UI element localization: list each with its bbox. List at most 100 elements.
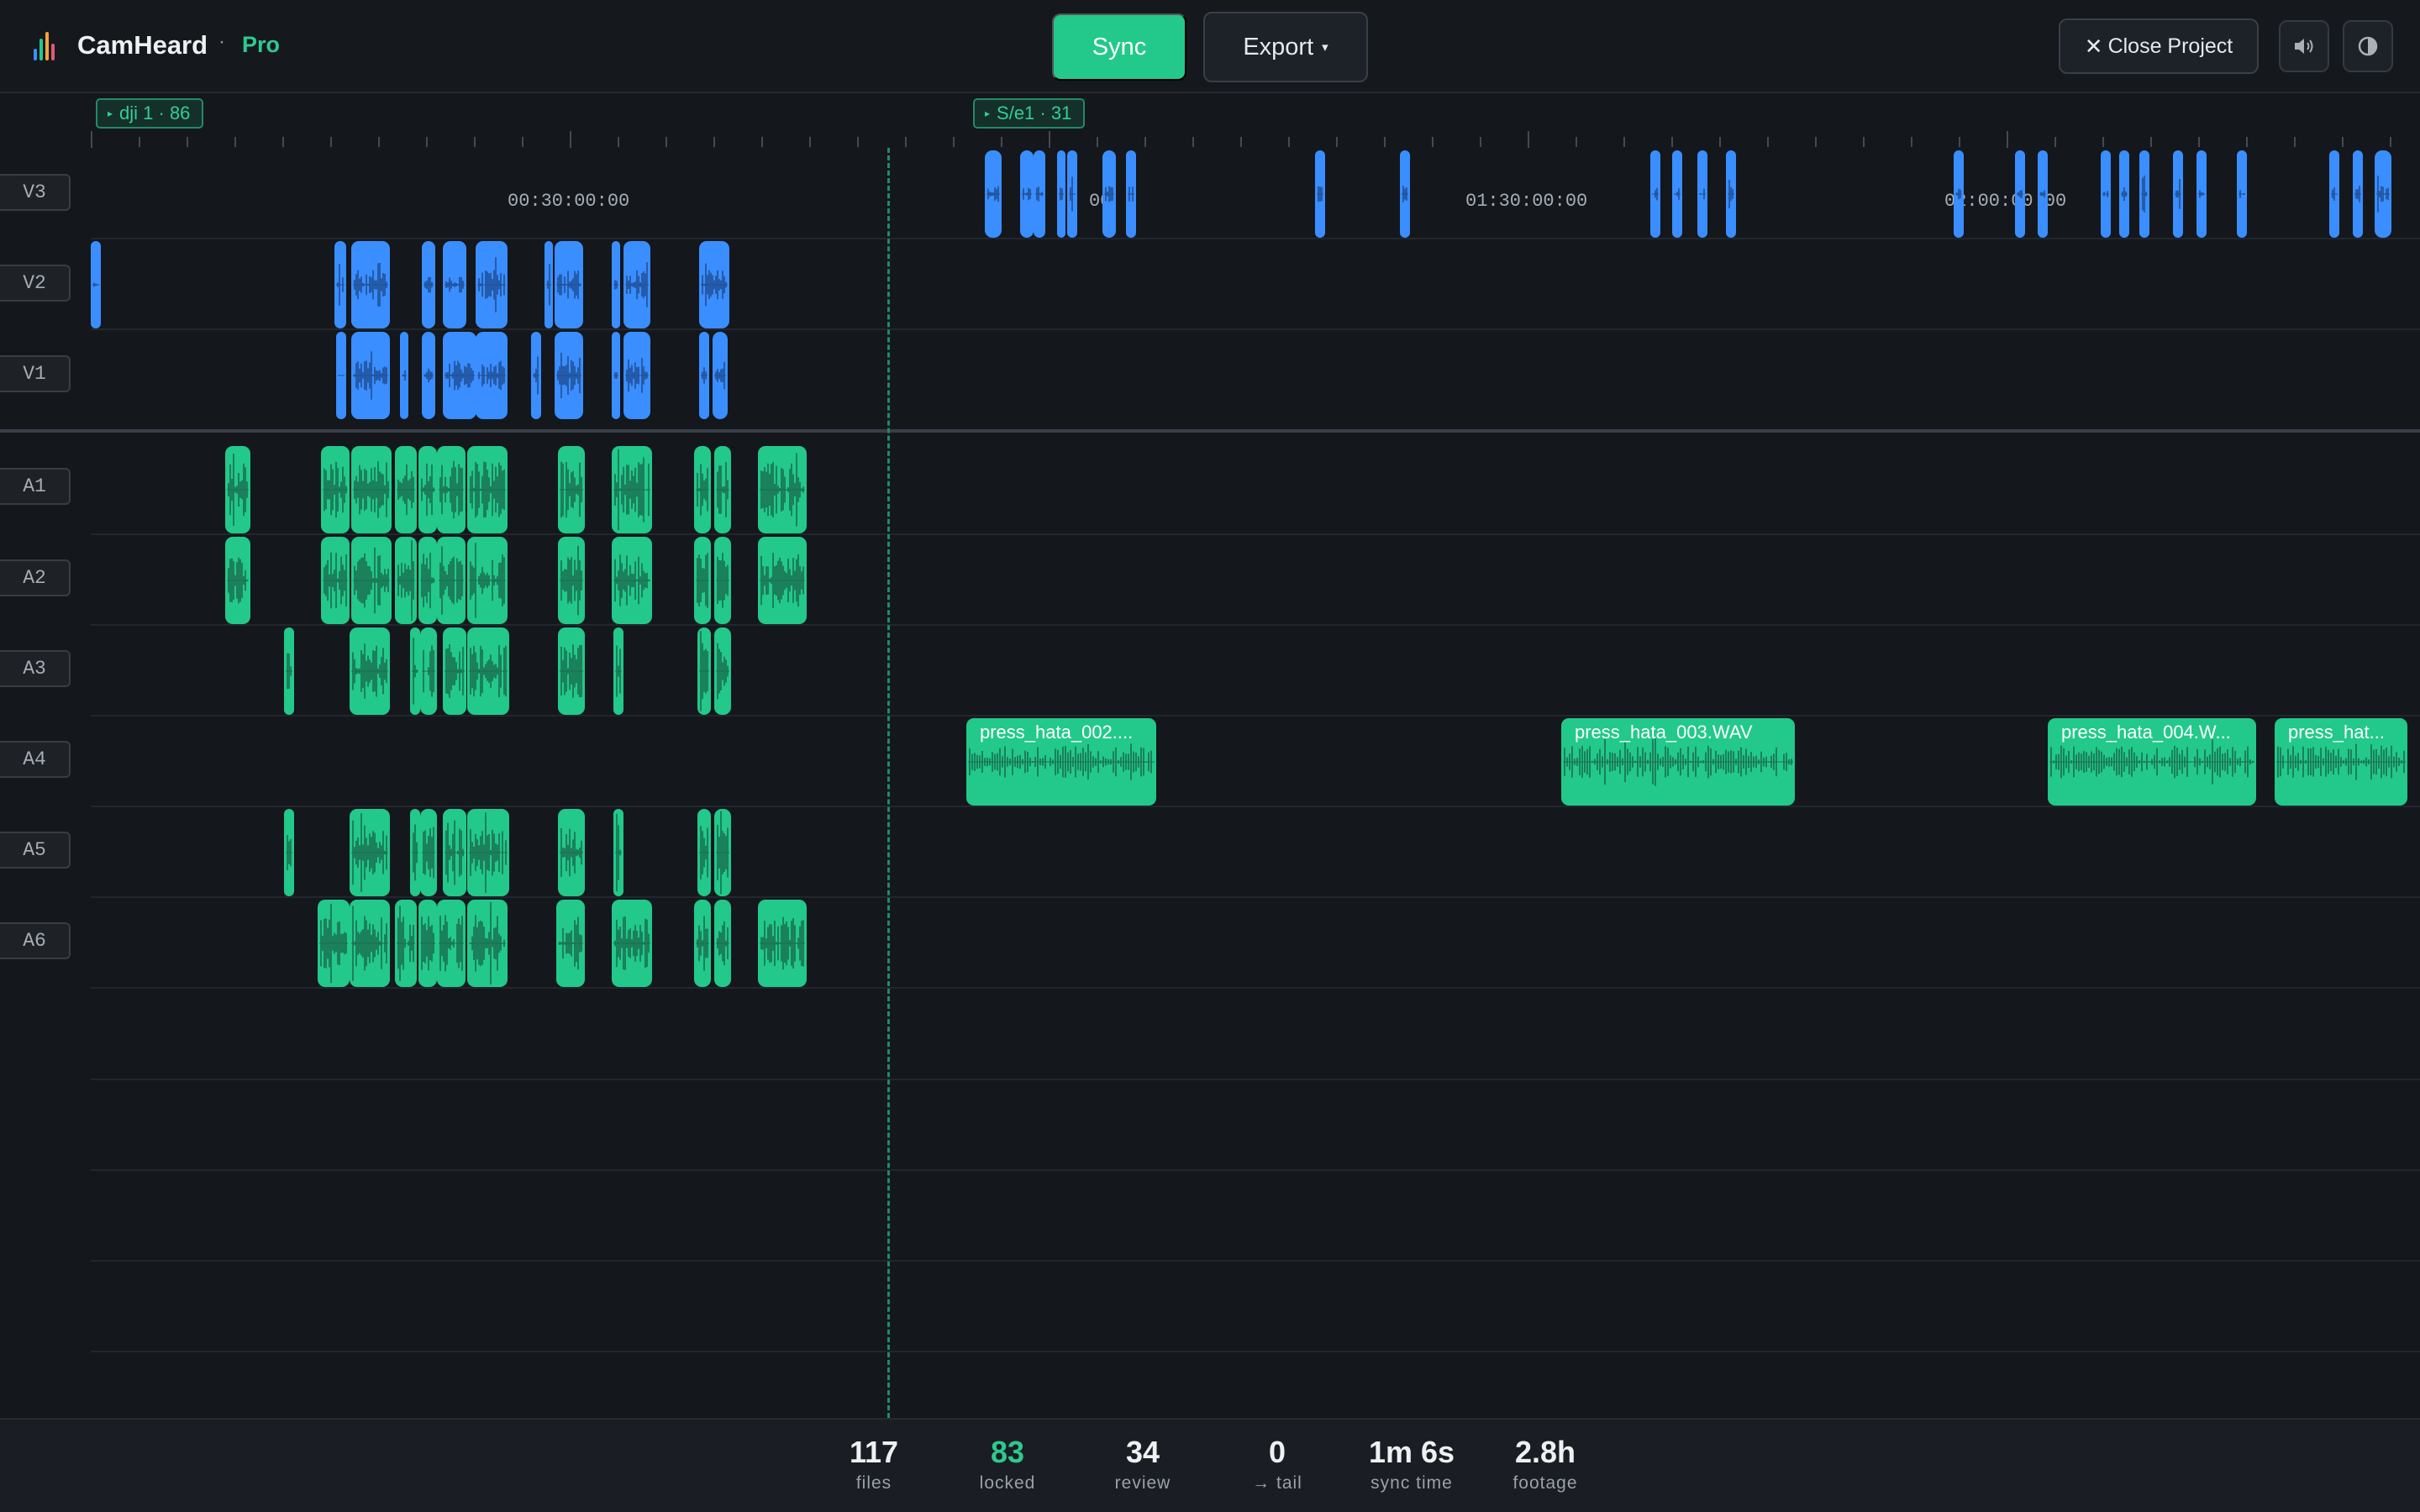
audio-clip[interactable] (467, 809, 509, 896)
audio-clip[interactable] (613, 627, 623, 715)
audio-clip[interactable] (758, 537, 807, 624)
audio-clip[interactable] (612, 900, 652, 987)
audio-clip[interactable] (612, 446, 652, 533)
video-clip[interactable] (623, 241, 650, 328)
audio-clip[interactable] (558, 627, 585, 715)
track-label-v1[interactable]: V1 (0, 355, 71, 392)
video-clip[interactable] (713, 332, 728, 419)
track-label-a3[interactable]: A3 (0, 650, 71, 687)
video-clip[interactable] (1650, 150, 1660, 238)
audio-clip[interactable] (714, 900, 731, 987)
audio-clip[interactable] (714, 537, 731, 624)
track-label-a2[interactable]: A2 (0, 559, 71, 596)
audio-clip[interactable] (758, 446, 807, 533)
video-clip[interactable] (612, 332, 620, 419)
audio-clip[interactable] (318, 900, 350, 987)
video-clip[interactable] (2329, 150, 2339, 238)
audio-clip[interactable] (714, 446, 731, 533)
audio-clip[interactable] (418, 537, 437, 624)
video-clip[interactable] (544, 241, 553, 328)
audio-clip[interactable] (697, 627, 711, 715)
audio-clip[interactable] (410, 627, 420, 715)
video-clip[interactable] (555, 241, 583, 328)
audio-clip[interactable]: press_hat... (2275, 718, 2407, 806)
audio-clip[interactable] (467, 537, 508, 624)
audio-clip[interactable]: press_hata_004.W... (2048, 718, 2256, 806)
audio-clip[interactable] (694, 446, 711, 533)
track-label-a1[interactable]: A1 (0, 468, 71, 505)
audio-clip[interactable] (694, 900, 711, 987)
audio-clip[interactable] (437, 537, 466, 624)
audio-clip[interactable] (437, 446, 466, 533)
video-clip[interactable] (1067, 150, 1077, 238)
audio-clip[interactable] (467, 627, 509, 715)
audio-clip[interactable] (558, 809, 585, 896)
audio-clip[interactable] (418, 446, 437, 533)
video-clip[interactable] (2139, 150, 2149, 238)
video-clip[interactable] (2173, 150, 2183, 238)
audio-clip[interactable] (443, 627, 466, 715)
video-clip[interactable] (1020, 150, 1034, 238)
video-clip[interactable] (531, 332, 541, 419)
video-clip[interactable] (1102, 150, 1116, 238)
audio-clip[interactable]: press_hata_003.WAV (1561, 718, 1795, 806)
video-clip[interactable] (422, 332, 435, 419)
audio-clip[interactable] (284, 809, 294, 896)
video-clip[interactable] (1672, 150, 1682, 238)
camera-group-marker[interactable]: ▸ dji 1 · 86 (96, 98, 204, 129)
video-clip[interactable] (1954, 150, 1964, 238)
video-clip[interactable] (2196, 150, 2207, 238)
audio-clip[interactable] (225, 537, 250, 624)
video-clip[interactable] (336, 332, 346, 419)
close-project-button[interactable]: ✕ Close Project (2059, 18, 2259, 74)
audio-clip[interactable] (284, 627, 294, 715)
sync-button[interactable]: Sync (1052, 13, 1186, 81)
playhead[interactable] (887, 148, 890, 1418)
video-clip[interactable] (612, 241, 620, 328)
track-label-a6[interactable]: A6 (0, 922, 71, 959)
audio-clip[interactable] (467, 446, 508, 533)
audio-clip[interactable] (395, 446, 417, 533)
audio-clip[interactable] (395, 537, 417, 624)
audio-clip[interactable] (758, 900, 807, 987)
audio-clip[interactable] (321, 537, 350, 624)
video-clip[interactable] (623, 332, 650, 419)
audio-clip[interactable] (350, 809, 390, 896)
video-clip[interactable] (351, 332, 390, 419)
audio-clip[interactable] (443, 809, 466, 896)
theme-toggle-button[interactable] (2343, 20, 2393, 72)
audio-clip[interactable] (558, 446, 585, 533)
video-clip[interactable] (555, 332, 583, 419)
audio-clip[interactable] (714, 627, 731, 715)
audio-clip[interactable] (410, 809, 420, 896)
video-clip[interactable] (1400, 150, 1410, 238)
audio-clip[interactable] (420, 627, 437, 715)
audio-clip[interactable] (420, 809, 437, 896)
video-clip[interactable] (699, 332, 709, 419)
volume-button[interactable] (2279, 20, 2329, 72)
audio-clip[interactable] (437, 900, 466, 987)
video-clip[interactable] (443, 241, 466, 328)
audio-clip[interactable] (694, 537, 711, 624)
audio-clip[interactable] (395, 900, 417, 987)
video-clip[interactable] (1126, 150, 1136, 238)
video-clip[interactable] (2101, 150, 2111, 238)
video-clip[interactable] (476, 241, 508, 328)
audio-clip[interactable] (225, 446, 250, 533)
video-clip[interactable] (422, 241, 435, 328)
video-clip[interactable] (699, 241, 729, 328)
video-clip[interactable] (1034, 150, 1045, 238)
video-clip[interactable] (91, 241, 101, 328)
video-clip[interactable] (1697, 150, 1707, 238)
audio-clip[interactable] (321, 446, 350, 533)
audio-clip[interactable] (613, 809, 623, 896)
export-button[interactable]: Export ▾ (1203, 12, 1368, 82)
video-clip[interactable] (2375, 150, 2391, 238)
audio-clip[interactable]: press_hata_002.... (966, 718, 1156, 806)
video-clip[interactable] (400, 332, 408, 419)
video-clip[interactable] (2038, 150, 2048, 238)
audio-clip[interactable] (350, 900, 390, 987)
video-clip[interactable] (2353, 150, 2363, 238)
track-label-a5[interactable]: A5 (0, 832, 71, 869)
track-label-v2[interactable]: V2 (0, 265, 71, 302)
